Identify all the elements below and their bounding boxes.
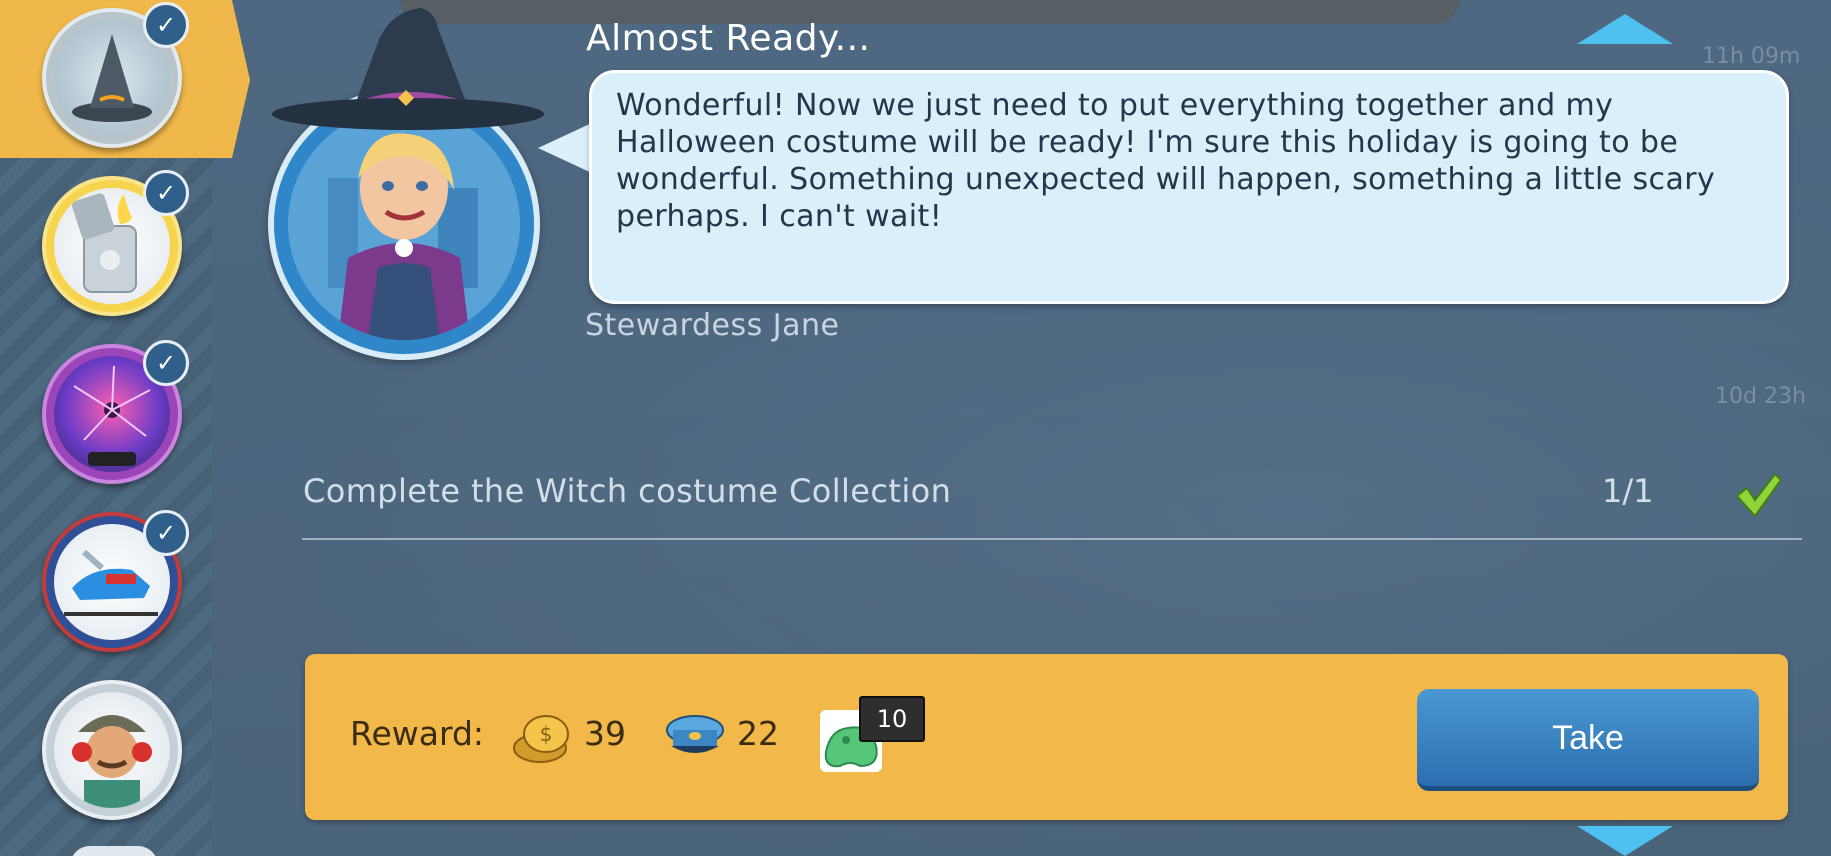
character-portrait	[268, 8, 544, 360]
speaker-name: Stewardess Jane	[585, 308, 840, 343]
sidebar-item-partial[interactable]	[70, 846, 158, 856]
ground-crew-avatar-icon	[54, 692, 170, 808]
task-description: Complete the Witch costume Collection	[303, 472, 952, 510]
svg-text:$: $	[540, 722, 553, 746]
sidebar-item-ground-crew[interactable]	[42, 680, 182, 820]
pilot-cap-reward-value: 22	[737, 714, 779, 753]
coins-icon: $	[510, 710, 574, 774]
check-icon: ✓	[143, 510, 189, 556]
scroll-up-arrow-icon[interactable]	[1577, 14, 1673, 44]
quest-title: Almost Ready...	[586, 18, 871, 59]
background-timer: 11h 09m	[1702, 44, 1801, 69]
top-bar	[400, 0, 1460, 24]
take-button[interactable]: Take	[1417, 689, 1759, 791]
speech-bubble: Wonderful! Now we just need to put every…	[589, 70, 1789, 304]
background-timer: 10d 23h	[1715, 384, 1806, 409]
reward-label: Reward:	[350, 714, 485, 753]
check-icon: ✓	[143, 340, 189, 386]
task-divider	[302, 538, 1802, 540]
check-icon: ✓	[143, 170, 189, 216]
task-progress: 1/1	[1602, 472, 1654, 510]
stewardess-avatar	[288, 108, 520, 340]
slime-count-badge: 10	[859, 696, 925, 742]
reward-panel: Reward: $ 39 22 10 Take	[305, 654, 1788, 820]
green-check-icon	[1733, 470, 1783, 520]
speech-bubble-tail	[538, 122, 594, 174]
check-icon: ✓	[143, 2, 189, 48]
witch-hat-icon	[272, 8, 544, 130]
pilot-cap-icon	[663, 712, 727, 776]
coins-reward-value: 39	[584, 714, 626, 753]
scroll-down-arrow-icon[interactable]	[1577, 826, 1673, 856]
quest-sidebar: ✓ ✓ ✓ ✓	[0, 0, 250, 856]
dialog-text: Wonderful! Now we just need to put every…	[616, 88, 1716, 234]
